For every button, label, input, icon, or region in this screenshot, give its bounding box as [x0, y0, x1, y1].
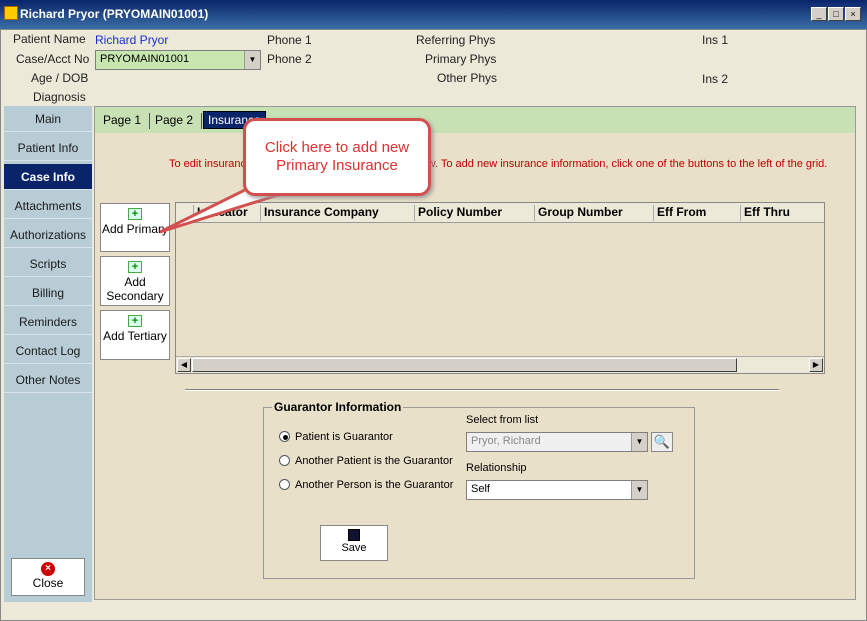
- main-panel: Page 1 Page 2 Insurance To edit insuranc…: [94, 106, 856, 600]
- radio-patient-is-guarantor[interactable]: Patient is Guarantor: [279, 431, 393, 443]
- sidebar-item-other-notes[interactable]: Other Notes: [4, 367, 92, 393]
- minimize-button[interactable]: _: [811, 7, 827, 21]
- phone1-label: Phone 1: [267, 33, 312, 47]
- ins1-label: Ins 1: [702, 33, 729, 47]
- callout-annotation: Click here to add new Primary Insurance: [243, 118, 431, 196]
- sidebar-item-billing[interactable]: Billing: [4, 280, 92, 306]
- scroll-left-icon[interactable]: ◀: [177, 358, 191, 372]
- chevron-down-icon[interactable]: ▼: [631, 481, 647, 499]
- maximize-button[interactable]: □: [828, 7, 844, 21]
- relationship-select-value: Self: [471, 483, 490, 495]
- chevron-down-icon[interactable]: ▼: [244, 51, 260, 69]
- radio-another-person[interactable]: Another Person is the Guarantor: [279, 479, 453, 491]
- tab-bar: Page 1 Page 2 Insurance: [95, 107, 855, 133]
- sidebar-item-attachments[interactable]: Attachments: [4, 193, 92, 219]
- add-tertiary-label: Add Tertiary: [103, 329, 167, 343]
- close-button[interactable]: × Close: [11, 558, 85, 596]
- close-label: Close: [32, 576, 64, 590]
- close-icon: ×: [41, 562, 55, 576]
- column-policy-number[interactable]: Policy Number: [414, 205, 534, 221]
- column-insurance-company[interactable]: Insurance Company: [260, 205, 414, 221]
- search-icon[interactable]: 🔍: [651, 432, 673, 452]
- sidebar-item-contact-log[interactable]: Contact Log: [4, 338, 92, 364]
- plus-icon: +: [128, 208, 142, 220]
- app-icon: [4, 6, 18, 20]
- save-button[interactable]: Save: [320, 525, 388, 561]
- other-phys-label: Other Phys: [437, 71, 498, 85]
- add-secondary-label: Add Secondary: [106, 275, 164, 303]
- close-window-button[interactable]: ×: [845, 7, 861, 21]
- guarantor-title: Guarantor Information: [272, 400, 404, 414]
- sidebar-item-patient-info[interactable]: Patient Info: [4, 135, 92, 161]
- sidebar-item-scripts[interactable]: Scripts: [4, 251, 92, 277]
- add-secondary-button[interactable]: + Add Secondary: [100, 256, 170, 306]
- chevron-down-icon[interactable]: ▼: [631, 433, 647, 451]
- tab-page-2[interactable]: Page 2: [155, 113, 193, 127]
- referring-phys-label: Referring Phys: [416, 33, 496, 47]
- save-label: Save: [341, 542, 367, 554]
- radio-label: Patient is Guarantor: [295, 431, 393, 443]
- radio-another-patient[interactable]: Another Patient is the Guarantor: [279, 455, 453, 467]
- add-primary-button[interactable]: + Add Primary: [100, 203, 170, 252]
- add-primary-label: Add Primary: [101, 222, 169, 236]
- column-eff-from[interactable]: Eff From: [653, 205, 740, 221]
- scroll-right-icon[interactable]: ▶: [809, 358, 823, 372]
- case-select-value: PRYOMAIN01001: [100, 53, 190, 65]
- tab-separator: [201, 113, 202, 129]
- ins2-label: Ins 2: [702, 72, 729, 86]
- age-label: Age / DOB: [31, 71, 89, 85]
- column-group-number[interactable]: Group Number: [534, 205, 653, 221]
- guarantor-select[interactable]: Pryor, Richard ▼: [466, 432, 648, 452]
- radio-label: Another Patient is the Guarantor: [295, 455, 453, 467]
- patient-name-value: Richard Pryor: [95, 33, 169, 47]
- radio-label: Another Person is the Guarantor: [295, 479, 454, 491]
- radio-icon: [279, 455, 290, 466]
- column-indicator[interactable]: Indicator: [193, 205, 260, 221]
- title-bar: Richard Pryor (PRYOMAIN01001) _ □ ×: [0, 0, 867, 29]
- relationship-label: Relationship: [466, 462, 527, 474]
- column-eff-thru[interactable]: Eff Thru: [740, 205, 824, 221]
- select-from-list-label: Select from list: [466, 414, 539, 426]
- radio-icon: [279, 431, 290, 442]
- add-tertiary-button[interactable]: + Add Tertiary: [100, 310, 170, 360]
- radio-icon: [279, 479, 290, 490]
- save-icon: [348, 529, 360, 541]
- plus-icon: +: [128, 315, 142, 327]
- tab-page-1[interactable]: Page 1: [103, 113, 141, 127]
- tab-separator: [149, 113, 150, 129]
- guarantor-group: Guarantor Information Patient is Guarant…: [263, 400, 695, 579]
- horizontal-scrollbar[interactable]: ◀ ▶: [176, 356, 824, 373]
- sidebar-item-main[interactable]: Main: [4, 106, 92, 132]
- scroll-thumb[interactable]: [192, 358, 737, 372]
- diagnosis-label: Diagnosis: [33, 90, 86, 104]
- plus-icon: +: [128, 261, 142, 273]
- sidebar-item-case-info[interactable]: Case Info: [4, 164, 92, 190]
- case-select[interactable]: PRYOMAIN01001 ▼: [95, 50, 261, 70]
- insurance-grid[interactable]: Indicator Insurance Company Policy Numbe…: [175, 202, 825, 374]
- guarantor-select-value: Pryor, Richard: [471, 435, 541, 447]
- case-label: Case/Acct No: [16, 52, 90, 66]
- grid-header: Indicator Insurance Company Policy Numbe…: [176, 203, 824, 223]
- patient-name-label: Patient Name: [13, 32, 86, 46]
- sidebar: Main Patient Info Case Info Attachments …: [4, 106, 92, 602]
- divider: [185, 389, 779, 391]
- sidebar-item-authorizations[interactable]: Authorizations: [4, 222, 92, 248]
- primary-phys-label: Primary Phys: [425, 52, 497, 66]
- relationship-select[interactable]: Self ▼: [466, 480, 648, 500]
- phone2-label: Phone 2: [267, 52, 312, 66]
- window-title: Richard Pryor (PRYOMAIN01001): [20, 7, 209, 21]
- sidebar-item-reminders[interactable]: Reminders: [4, 309, 92, 335]
